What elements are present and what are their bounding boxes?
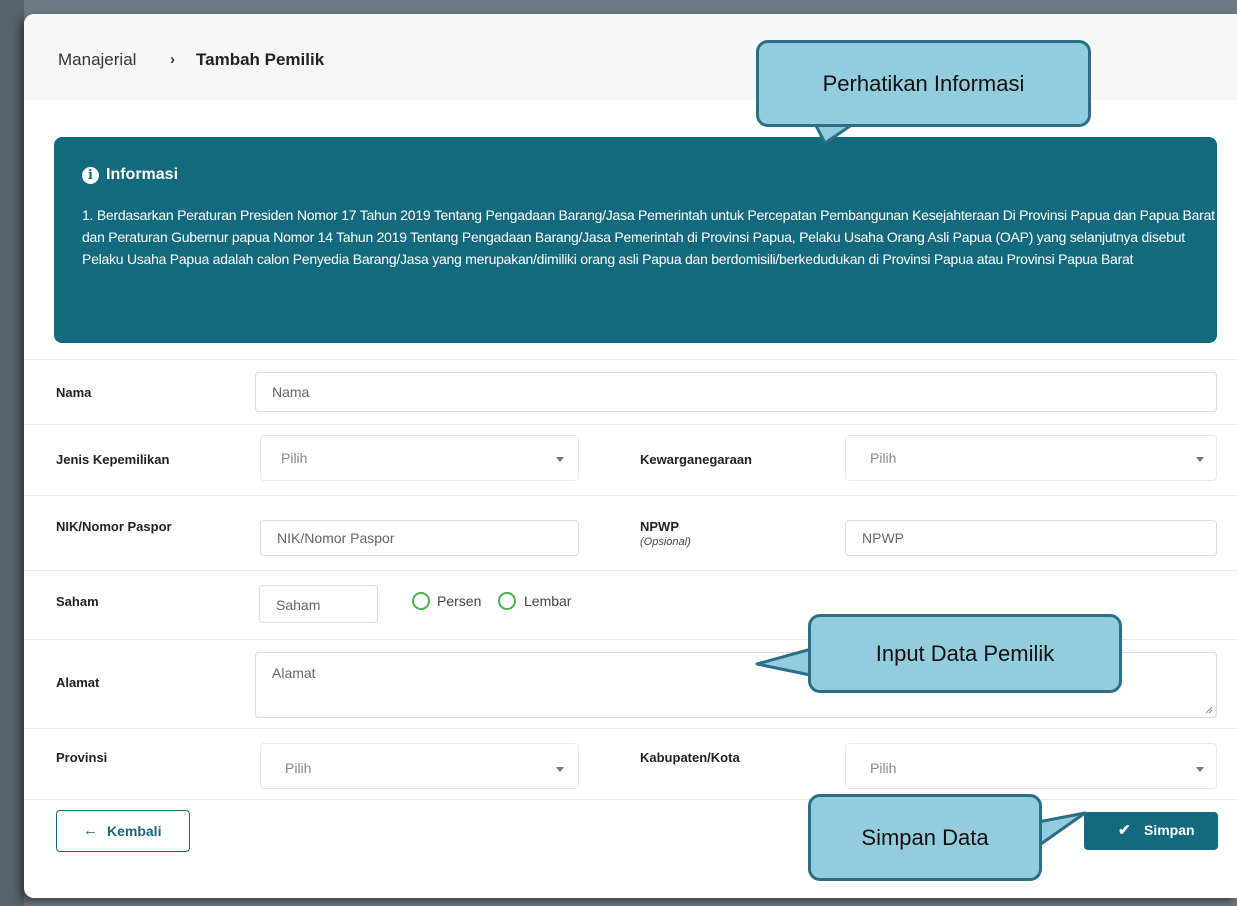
callout-input-data-pemilik: Input Data Pemilik <box>808 614 1122 693</box>
callout-tails <box>755 116 1087 848</box>
callout-simpan-data: Simpan Data <box>808 794 1042 881</box>
callout-perhatikan-informasi: Perhatikan Informasi <box>756 40 1091 127</box>
